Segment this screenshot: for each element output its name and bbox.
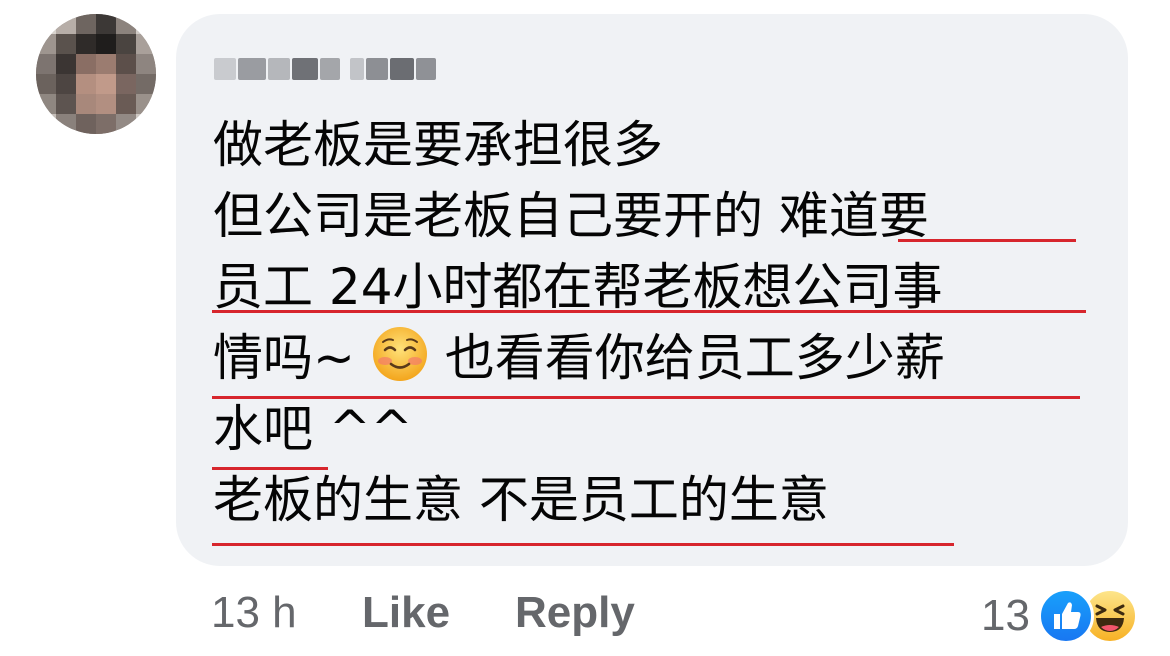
red-underline [898,239,1076,242]
comment-line-4-start: 情吗~ [213,329,355,387]
timestamp[interactable]: 13 h [211,588,297,638]
avatar[interactable] [36,14,156,134]
author-name-blurred[interactable] [214,52,436,84]
comment-line-5: 水吧 ^^ [213,400,413,458]
comment-line-6: 老板的生意 不是员工的生意 [213,471,829,529]
like-reaction-icon [1038,588,1094,644]
red-underline [212,467,328,470]
reactions-summary[interactable]: 13 [981,588,1138,644]
comment-line-4: 情吗~ 也看看你给员工多少薪 [213,327,945,387]
smiling-face-emoji-icon [371,325,429,383]
reaction-count: 13 [981,591,1030,640]
red-underline [212,310,1086,313]
comment-screen: 做老板是要承担很多 但公司是老板自己要开的 难道要 员工 24小时都在帮老板想公… [0,0,1170,656]
comment-body: 做老板是要承担很多 但公司是老板自己要开的 难道要 员工 24小时都在帮老板想公… [213,110,1113,536]
comment-line-3: 员工 24小时都在帮老板想公司事 [213,258,943,316]
red-underline [212,543,954,546]
red-underline [212,396,1080,399]
like-button[interactable]: Like [362,588,450,638]
comment-line-1: 做老板是要承担很多 [213,116,663,174]
comment-line-4-end: 也看看你给员工多少薪 [444,329,945,387]
reply-button[interactable]: Reply [515,588,635,638]
comment-line-2: 但公司是老板自己要开的 难道要 [213,187,929,245]
